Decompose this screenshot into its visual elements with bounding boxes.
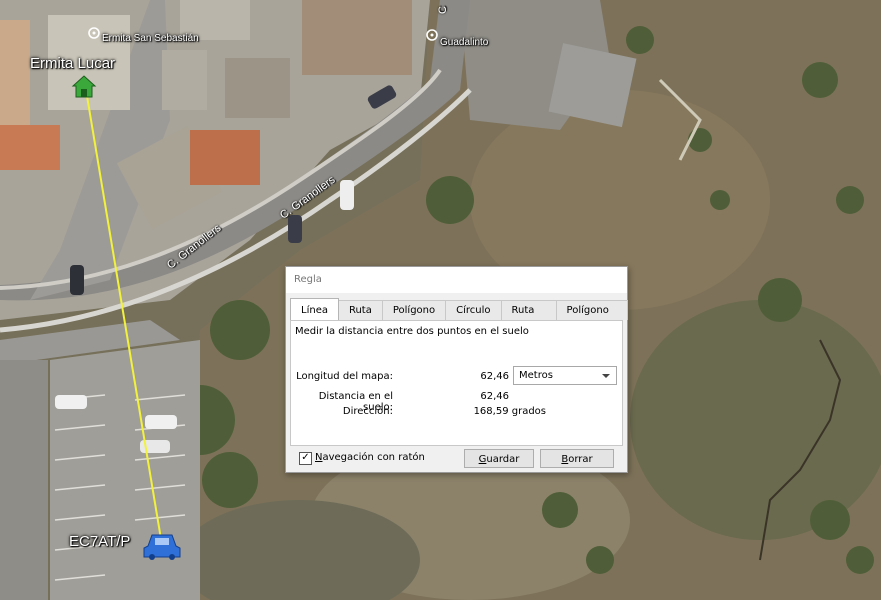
- dropdown-arrow-icon: [602, 374, 610, 378]
- heading-label: Dirección:: [342, 406, 393, 417]
- placemark-label-ermita-lucar[interactable]: Ermita Lucar: [30, 55, 115, 72]
- poi-label-ermita-san-sebastian[interactable]: Ermita San Sebastián: [102, 33, 199, 44]
- mouse-navigation-checkbox[interactable]: ✓: [299, 452, 312, 465]
- tab-poligono-3d[interactable]: Polígono 3D: [555, 300, 628, 335]
- line-tab-panel: Medir la distancia entre dos puntos en e…: [290, 320, 623, 446]
- ruler-tabs: Línea Ruta Polígono Círculo Ruta 3D Polí…: [290, 298, 628, 335]
- map-length-label: Longitud del mapa:: [296, 371, 393, 382]
- ruler-dialog: Regla Línea Ruta Polígono Círculo Ruta 3…: [285, 266, 628, 473]
- tab-ruta-3d[interactable]: Ruta 3D: [500, 300, 557, 335]
- tab-ruta[interactable]: Ruta: [337, 300, 383, 320]
- dialog-footer: ✓ Navegación con ratón Guardar Borrar: [286, 448, 627, 472]
- tab-description: Medir la distancia entre dos puntos en e…: [295, 326, 529, 337]
- tab-circulo[interactable]: Círculo: [445, 300, 502, 320]
- tab-linea[interactable]: Línea: [290, 298, 339, 320]
- poi-label-guadalinto[interactable]: Guadalinto: [440, 37, 488, 48]
- clear-button-text: orrar: [568, 454, 593, 465]
- mouse-navigation-text: avegación con ratón: [322, 452, 425, 463]
- units-select-value: Metros: [519, 370, 553, 381]
- save-button[interactable]: Guardar: [464, 449, 534, 468]
- ground-distance-value: 62,46: [480, 391, 509, 402]
- units-select[interactable]: Metros: [513, 366, 617, 385]
- mouse-navigation-label[interactable]: Navegación con ratón: [315, 452, 425, 463]
- clear-button[interactable]: Borrar: [540, 449, 614, 468]
- tab-poligono[interactable]: Polígono: [381, 300, 447, 320]
- road-label: C: [437, 6, 449, 14]
- save-button-text: uardar: [486, 454, 520, 465]
- heading-value: 168,59 grados: [473, 406, 546, 417]
- map-length-value: 62,46: [480, 371, 509, 382]
- dialog-title[interactable]: Regla: [286, 267, 627, 293]
- placemark-label-ec7at[interactable]: EC7AT/P: [69, 533, 130, 550]
